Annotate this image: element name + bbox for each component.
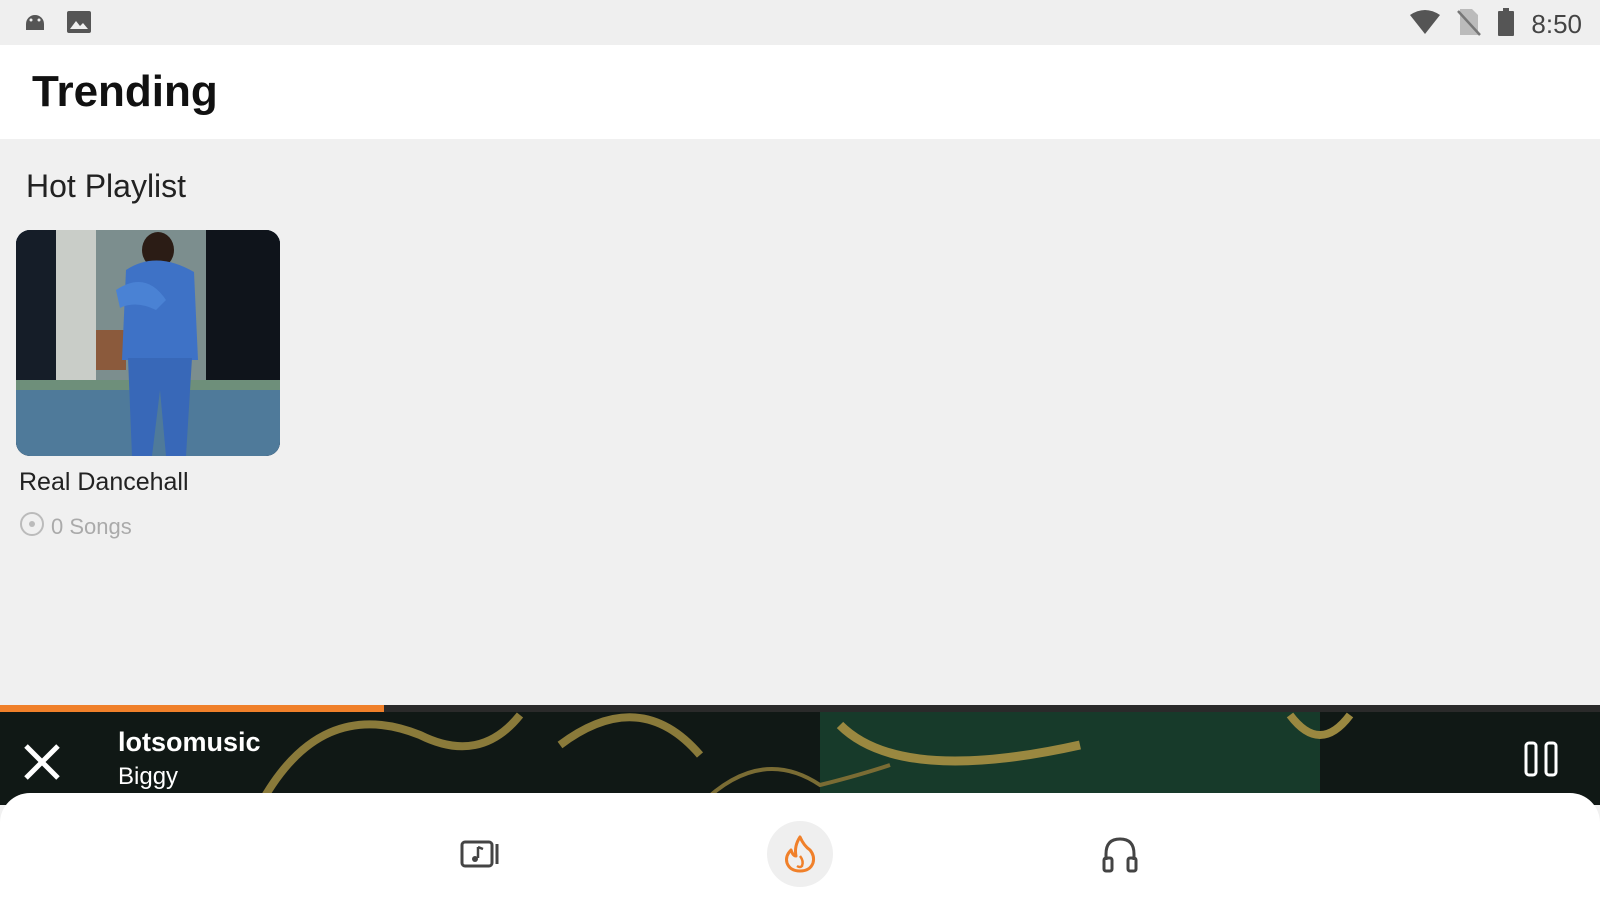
- close-icon[interactable]: [20, 740, 64, 784]
- no-sim-icon: [1457, 8, 1482, 41]
- playlist-name[interactable]: Real Dancehall: [19, 468, 280, 497]
- app-bar: Trending: [0, 45, 1600, 139]
- wifi-icon: [1409, 9, 1441, 40]
- page-title: Trending: [32, 67, 218, 116]
- playlist-card[interactable]: Real Dancehall 0 Songs: [16, 230, 280, 543]
- player-track-title: lotsomusic: [118, 727, 261, 757]
- player-progress-fill: [0, 705, 384, 712]
- music-library-icon[interactable]: [447, 821, 513, 887]
- status-bar: 8:50: [0, 0, 1600, 45]
- headphones-icon[interactable]: [1087, 821, 1153, 887]
- song-count: 0 Songs: [51, 514, 132, 539]
- playlist-meta: 0 Songs: [19, 511, 280, 543]
- music-disc-icon: [19, 511, 45, 543]
- player-track-artist: Biggy: [118, 763, 179, 790]
- player-progress-track[interactable]: [0, 705, 1600, 712]
- android-notification-icon: [22, 10, 48, 39]
- image-notification-icon: [66, 10, 92, 39]
- trending-fire-icon[interactable]: [767, 821, 833, 887]
- section-title: Hot Playlist: [26, 168, 187, 204]
- status-time: 8:50: [1531, 9, 1582, 39]
- bottom-navigation: [0, 793, 1600, 900]
- playlist-thumbnail[interactable]: [16, 230, 280, 456]
- pause-icon[interactable]: [1522, 739, 1562, 779]
- mini-player[interactable]: lotsomusic Biggy: [0, 705, 1600, 805]
- battery-icon: [1497, 8, 1515, 41]
